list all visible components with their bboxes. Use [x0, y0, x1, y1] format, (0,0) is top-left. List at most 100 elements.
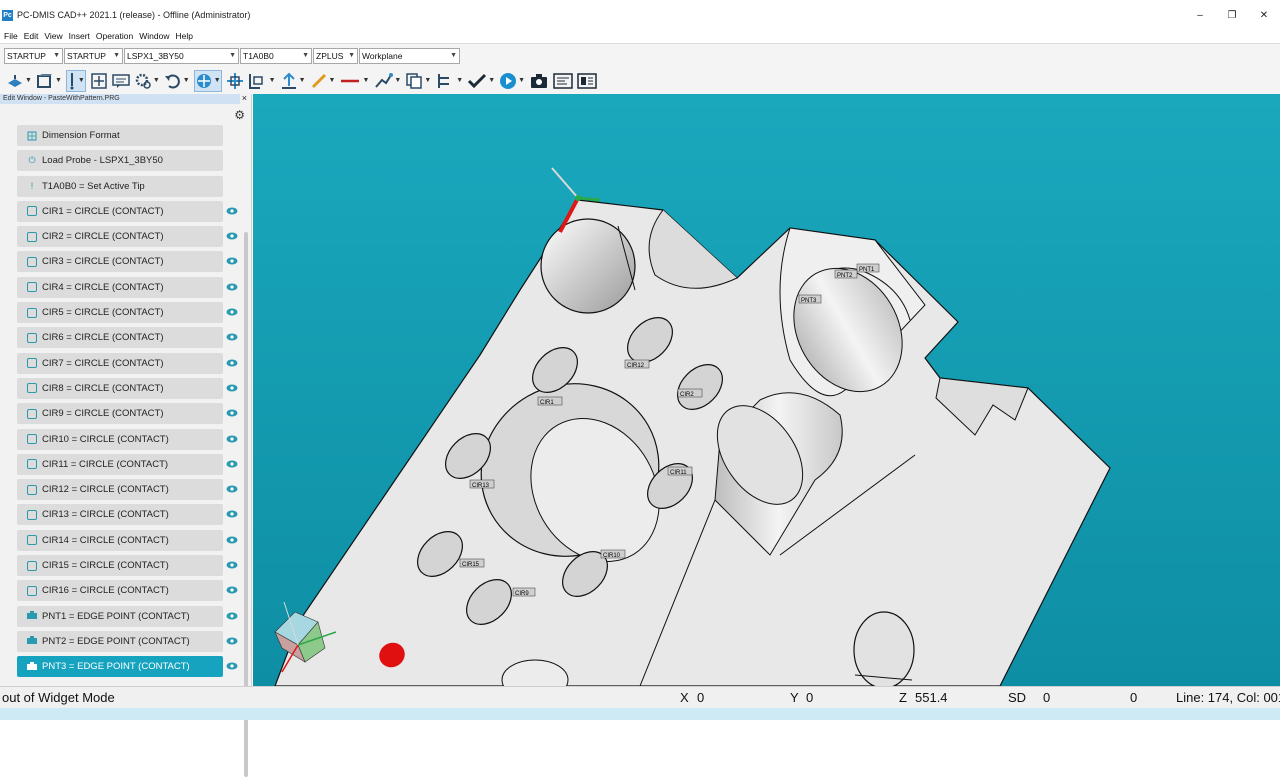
- label-cir13: CIR13: [472, 483, 490, 489]
- chevron-down-icon: ▼: [113, 51, 120, 59]
- workplane-direction-combo[interactable]: ZPLUS ▼: [313, 47, 358, 64]
- command-item[interactable]: CIR2 = CIRCLE (CONTACT): [17, 226, 238, 248]
- measure-line-icon[interactable]: ▼: [310, 70, 335, 92]
- settings-icon[interactable]: ▼: [134, 70, 160, 92]
- eye-icon[interactable]: [226, 485, 238, 493]
- circle-icon: [27, 560, 37, 571]
- chevron-down-icon: ▼: [302, 51, 309, 59]
- eye-icon[interactable]: [226, 662, 238, 670]
- menu-view[interactable]: View: [44, 31, 62, 41]
- report-icon[interactable]: [553, 70, 573, 92]
- graphics-modes-icon[interactable]: ▼: [6, 70, 32, 92]
- command-item[interactable]: ⏻ Load Probe - LSPX1_3BY50: [17, 150, 223, 172]
- move-probe-icon[interactable]: [226, 70, 244, 92]
- eye-icon[interactable]: [226, 536, 238, 544]
- circle-icon: [27, 408, 37, 419]
- command-item[interactable]: CIR10 = CIRCLE (CONTACT): [17, 428, 238, 450]
- window-controls: – ❐ ✕: [1184, 0, 1280, 30]
- command-item[interactable]: CIR4 = CIRCLE (CONTACT): [17, 276, 238, 298]
- eye-icon[interactable]: [226, 207, 238, 215]
- command-item[interactable]: CIR1 = CIRCLE (CONTACT): [17, 200, 238, 222]
- main-toolbar: ▼ ▼ ▼ ▼ ▼ ▼ ▼ ▼ ▼ ▼ ▼ ▼ ▼ ▼ ▼: [0, 67, 1280, 94]
- eye-icon[interactable]: [226, 435, 238, 443]
- path-icon[interactable]: ▼: [373, 70, 401, 92]
- undo-icon[interactable]: ▼: [164, 70, 190, 92]
- command-item[interactable]: PNT3 = EDGE POINT (CONTACT): [17, 656, 238, 678]
- command-item[interactable]: PNT1 = EDGE POINT (CONTACT): [17, 605, 238, 627]
- window-title: PC-DMIS CAD++ 2021.1 (release) - Offline…: [17, 10, 251, 20]
- command-item[interactable]: Dimension Format: [17, 125, 223, 146]
- command-item[interactable]: CIR15 = CIRCLE (CONTACT): [17, 555, 238, 577]
- eye-icon[interactable]: [226, 257, 238, 265]
- close-icon[interactable]: ×: [242, 93, 247, 103]
- gear-icon[interactable]: ⚙: [234, 108, 245, 122]
- cad-model-view[interactable]: PNT1 PNT2 PNT3 CIR12 CIR1 CIR2 CIR11 CIR…: [253, 94, 1280, 686]
- command-item[interactable]: CIR8 = CIRCLE (CONTACT): [17, 377, 238, 399]
- camera-icon[interactable]: [529, 70, 549, 92]
- tip-combo[interactable]: T1A0B0 ▼: [240, 47, 312, 64]
- eye-icon[interactable]: [226, 409, 238, 417]
- gauge-icon[interactable]: [577, 70, 597, 92]
- alignment-icon[interactable]: ▼: [248, 70, 276, 92]
- eye-icon[interactable]: [226, 359, 238, 367]
- command-item[interactable]: CIR14 = CIRCLE (CONTACT): [17, 529, 238, 551]
- program-mode-icon[interactable]: ▼: [193, 69, 222, 92]
- app-icon: Pc: [2, 9, 13, 21]
- graphics-display[interactable]: PNT1 PNT2 PNT3 CIR12 CIR1 CIR2 CIR11 CIR…: [253, 94, 1280, 686]
- workplane-combo[interactable]: Workplane ▼: [359, 47, 460, 64]
- command-item[interactable]: CIR16 = CIRCLE (CONTACT): [17, 580, 238, 602]
- eye-icon[interactable]: [226, 283, 238, 291]
- eye-icon[interactable]: [226, 586, 238, 594]
- command-label: CIR12 = CIRCLE (CONTACT): [42, 484, 169, 496]
- menu-window[interactable]: Window: [139, 31, 169, 41]
- alignment-combo[interactable]: STARTUP ▼: [4, 47, 63, 64]
- eye-icon[interactable]: [226, 460, 238, 468]
- probe-mode-icon[interactable]: ▼: [65, 69, 86, 92]
- command-label: CIR11 = CIRCLE (CONTACT): [42, 458, 169, 470]
- menu-operation[interactable]: Operation: [96, 31, 133, 41]
- view-combo[interactable]: STARTUP ▼: [64, 47, 123, 64]
- eye-icon[interactable]: [226, 510, 238, 518]
- eye-icon[interactable]: [226, 561, 238, 569]
- view-set-icon[interactable]: ▼: [36, 70, 62, 92]
- branch-icon[interactable]: ▼: [435, 70, 463, 92]
- command-label: CIR10 = CIRCLE (CONTACT): [42, 433, 169, 445]
- eye-icon[interactable]: [226, 232, 238, 240]
- command-item[interactable]: CIR3 = CIRCLE (CONTACT): [17, 251, 238, 273]
- menu-edit[interactable]: Edit: [24, 31, 39, 41]
- eye-icon[interactable]: [226, 637, 238, 645]
- menu-insert[interactable]: Insert: [69, 31, 90, 41]
- comment-icon[interactable]: [112, 70, 130, 92]
- workplane-direction-value: ZPLUS: [316, 50, 344, 61]
- command-item[interactable]: CIR5 = CIRCLE (CONTACT): [17, 302, 238, 324]
- label-cir1: CIR1: [540, 400, 554, 406]
- command-item[interactable]: PNT2 = EDGE POINT (CONTACT): [17, 630, 238, 652]
- line-column-indicator: Line: 174, Col: 001: [1176, 690, 1280, 705]
- eye-icon[interactable]: [226, 333, 238, 341]
- minimize-button[interactable]: –: [1184, 0, 1216, 30]
- chevron-down-icon: ▼: [53, 51, 60, 59]
- probe-combo[interactable]: LSPX1_3BY50 ▼: [124, 47, 239, 64]
- restore-button[interactable]: ❐: [1216, 0, 1248, 30]
- command-label: CIR14 = CIRCLE (CONTACT): [42, 534, 169, 546]
- eye-icon[interactable]: [226, 384, 238, 392]
- eye-icon[interactable]: [226, 612, 238, 620]
- check-icon[interactable]: ▼: [467, 70, 495, 92]
- constructed-feature-icon[interactable]: ▼: [280, 70, 306, 92]
- translate-icon[interactable]: [90, 70, 108, 92]
- close-button[interactable]: ✕: [1248, 0, 1280, 30]
- command-item[interactable]: ! T1A0B0 = Set Active Tip: [17, 175, 223, 197]
- dimension-icon[interactable]: ▼: [339, 70, 369, 92]
- menu-file[interactable]: File: [4, 31, 18, 41]
- command-item[interactable]: CIR13 = CIRCLE (CONTACT): [17, 504, 238, 526]
- command-label: CIR4 = CIRCLE (CONTACT): [42, 281, 164, 293]
- execute-icon[interactable]: ▼: [499, 70, 525, 92]
- command-item[interactable]: CIR6 = CIRCLE (CONTACT): [17, 327, 238, 349]
- copy-icon[interactable]: ▼: [405, 70, 431, 92]
- command-item[interactable]: CIR7 = CIRCLE (CONTACT): [17, 352, 238, 374]
- command-item[interactable]: CIR11 = CIRCLE (CONTACT): [17, 453, 238, 475]
- eye-icon[interactable]: [226, 308, 238, 316]
- command-item[interactable]: CIR9 = CIRCLE (CONTACT): [17, 403, 238, 425]
- menu-help[interactable]: Help: [175, 31, 192, 41]
- command-item[interactable]: CIR12 = CIRCLE (CONTACT): [17, 479, 238, 501]
